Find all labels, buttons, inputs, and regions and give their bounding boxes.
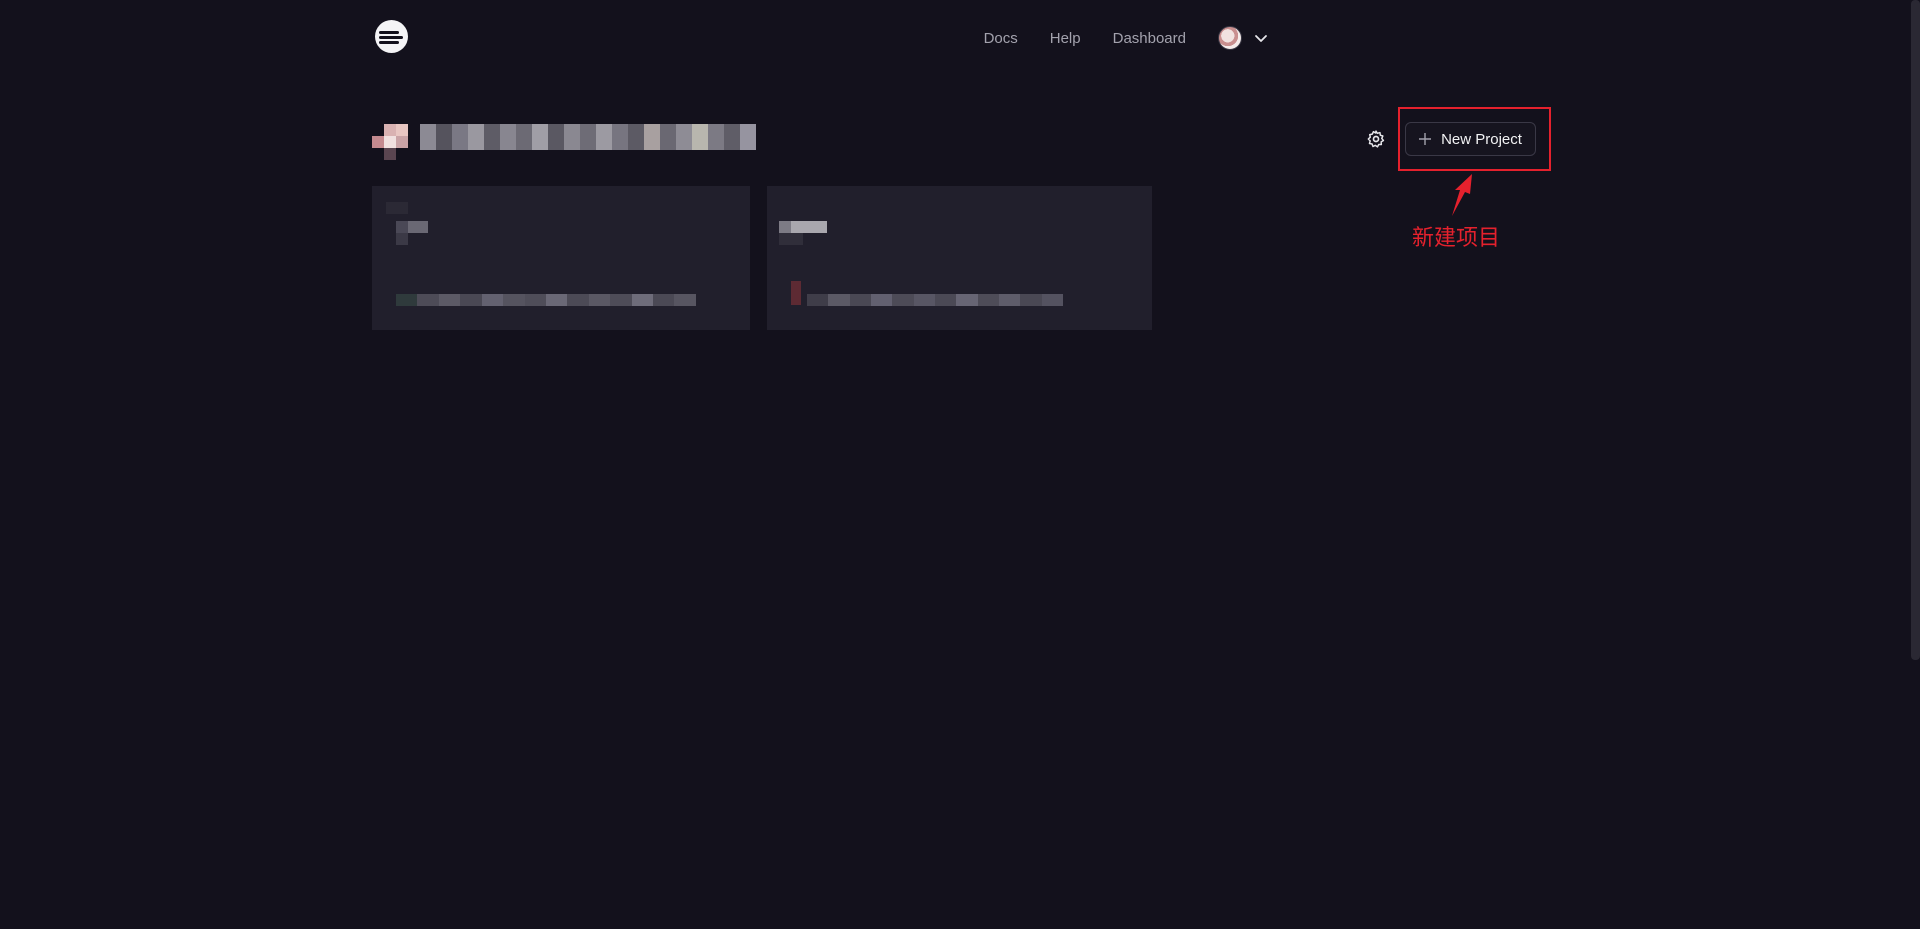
annotation-label: 新建项目	[1412, 226, 1501, 251]
app-logo-icon[interactable]	[375, 20, 408, 53]
workspace-title	[420, 124, 756, 150]
avatar	[1218, 26, 1242, 50]
project-card-meta	[396, 294, 696, 306]
page-scrollbar[interactable]	[1911, 0, 1920, 660]
nav-dashboard-link[interactable]: Dashboard	[1113, 30, 1186, 47]
page: Docs Help Dashboard New Project 新建项目	[0, 0, 1920, 929]
chevron-down-icon	[1255, 35, 1267, 42]
annotation-highlight-box	[1398, 107, 1551, 171]
project-card-meta	[807, 294, 1063, 306]
user-menu[interactable]	[1218, 26, 1268, 50]
top-nav: Docs Help Dashboard	[984, 26, 1268, 50]
workspace-avatar	[372, 124, 408, 160]
project-card[interactable]	[372, 186, 750, 330]
annotation-arrow-icon	[1452, 174, 1472, 216]
nav-docs-link[interactable]: Docs	[984, 30, 1018, 47]
project-card[interactable]	[767, 186, 1152, 330]
gear-icon[interactable]	[1366, 129, 1386, 149]
nav-help-link[interactable]: Help	[1050, 30, 1081, 47]
